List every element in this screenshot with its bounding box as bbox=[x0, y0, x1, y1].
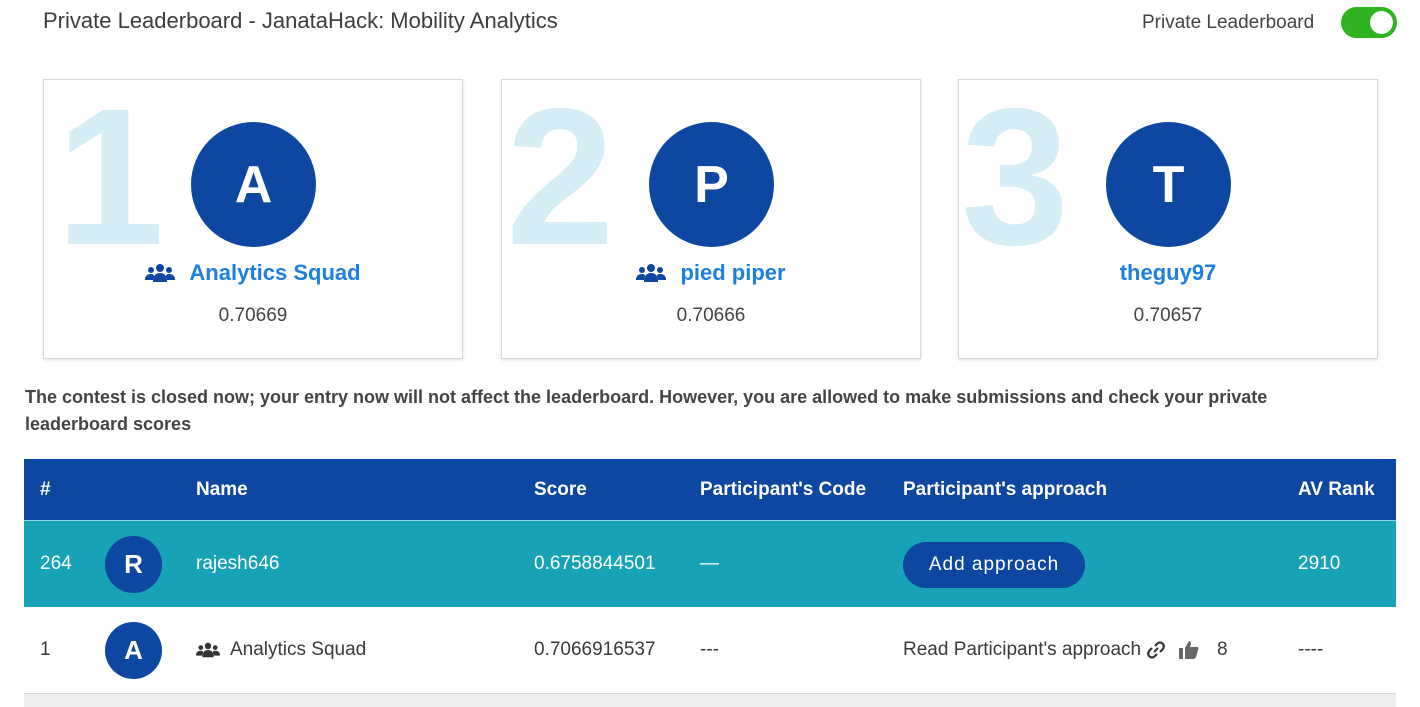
podium-card-3: 3 T theguy97 0.70657 bbox=[958, 79, 1378, 359]
row-code: --- bbox=[700, 639, 719, 660]
row-score: 0.6758844501 bbox=[534, 553, 656, 574]
avatar: A bbox=[191, 122, 316, 247]
header-rank: # bbox=[40, 479, 51, 500]
row-name[interactable]: rajesh646 bbox=[196, 553, 279, 575]
participant-name-link[interactable]: Analytics Squad bbox=[189, 260, 360, 286]
page-title: Private Leaderboard - JanataHack: Mobili… bbox=[43, 8, 558, 33]
header-approach: Participant's approach bbox=[903, 479, 1108, 500]
row-name[interactable]: Analytics Squad bbox=[230, 639, 366, 660]
leaderboard-table: # Name Score Participant's Code Particip… bbox=[24, 459, 1396, 694]
table-row: 1 A Analytics Squad 0.7066916537 --- Rea… bbox=[24, 607, 1396, 694]
row-score: 0.7066916537 bbox=[534, 639, 656, 660]
rank-watermark: 2 bbox=[506, 79, 615, 286]
header-code: Participant's Code bbox=[700, 479, 867, 500]
participant-name-link[interactable]: pied piper bbox=[680, 260, 785, 286]
table-header: # Name Score Participant's Code Particip… bbox=[24, 459, 1396, 520]
rank-watermark: 1 bbox=[56, 79, 165, 286]
row-av-rank: 2910 bbox=[1298, 553, 1341, 574]
team-icon bbox=[196, 642, 220, 658]
podium-score: 0.70666 bbox=[676, 305, 746, 326]
row-code: — bbox=[700, 553, 719, 574]
contest-closed-notice: The contest is closed now; your entry no… bbox=[25, 387, 1268, 434]
header-name: Name bbox=[196, 479, 248, 500]
header-av-rank: AV Rank bbox=[1298, 479, 1375, 500]
likes-count: 8 bbox=[1216, 639, 1228, 660]
team-icon bbox=[636, 264, 667, 282]
row-rank: 264 bbox=[40, 553, 72, 574]
thumbs-up-icon[interactable] bbox=[1178, 640, 1200, 660]
header-score: Score bbox=[534, 479, 587, 500]
avatar: A bbox=[105, 622, 162, 679]
podium-card-1: 1 A Analytics Squad 0.70669 bbox=[43, 79, 463, 359]
my-table-row: 264 R rajesh646 0.6758844501 — Add appro… bbox=[24, 520, 1396, 607]
row-rank: 1 bbox=[40, 639, 51, 660]
podium-card-2: 2 P pied piper 0.70666 bbox=[501, 79, 921, 359]
rank-watermark: 3 bbox=[961, 79, 1070, 286]
read-approach-cell: Read Participant's approach 8 bbox=[903, 639, 1228, 661]
team-icon bbox=[145, 264, 176, 282]
podium-score: 0.70657 bbox=[1133, 305, 1203, 326]
table-next-row bbox=[24, 694, 1396, 707]
read-approach-link[interactable]: Read Participant's approach bbox=[903, 639, 1141, 660]
row-av-rank: ---- bbox=[1298, 639, 1324, 660]
private-leaderboard-toggle[interactable] bbox=[1341, 7, 1397, 38]
toggle-knob bbox=[1370, 11, 1393, 34]
podium-score: 0.70669 bbox=[218, 305, 288, 326]
link-icon[interactable] bbox=[1146, 640, 1166, 660]
avatar: P bbox=[649, 122, 774, 247]
row-team-name[interactable]: Analytics Squad bbox=[196, 639, 366, 661]
toggle-label: Private Leaderboard bbox=[1142, 12, 1315, 33]
avatar: T bbox=[1106, 122, 1231, 247]
participant-name-link[interactable]: theguy97 bbox=[1120, 260, 1217, 286]
avatar: R bbox=[105, 536, 162, 593]
add-approach-button[interactable]: Add approach bbox=[903, 542, 1085, 588]
